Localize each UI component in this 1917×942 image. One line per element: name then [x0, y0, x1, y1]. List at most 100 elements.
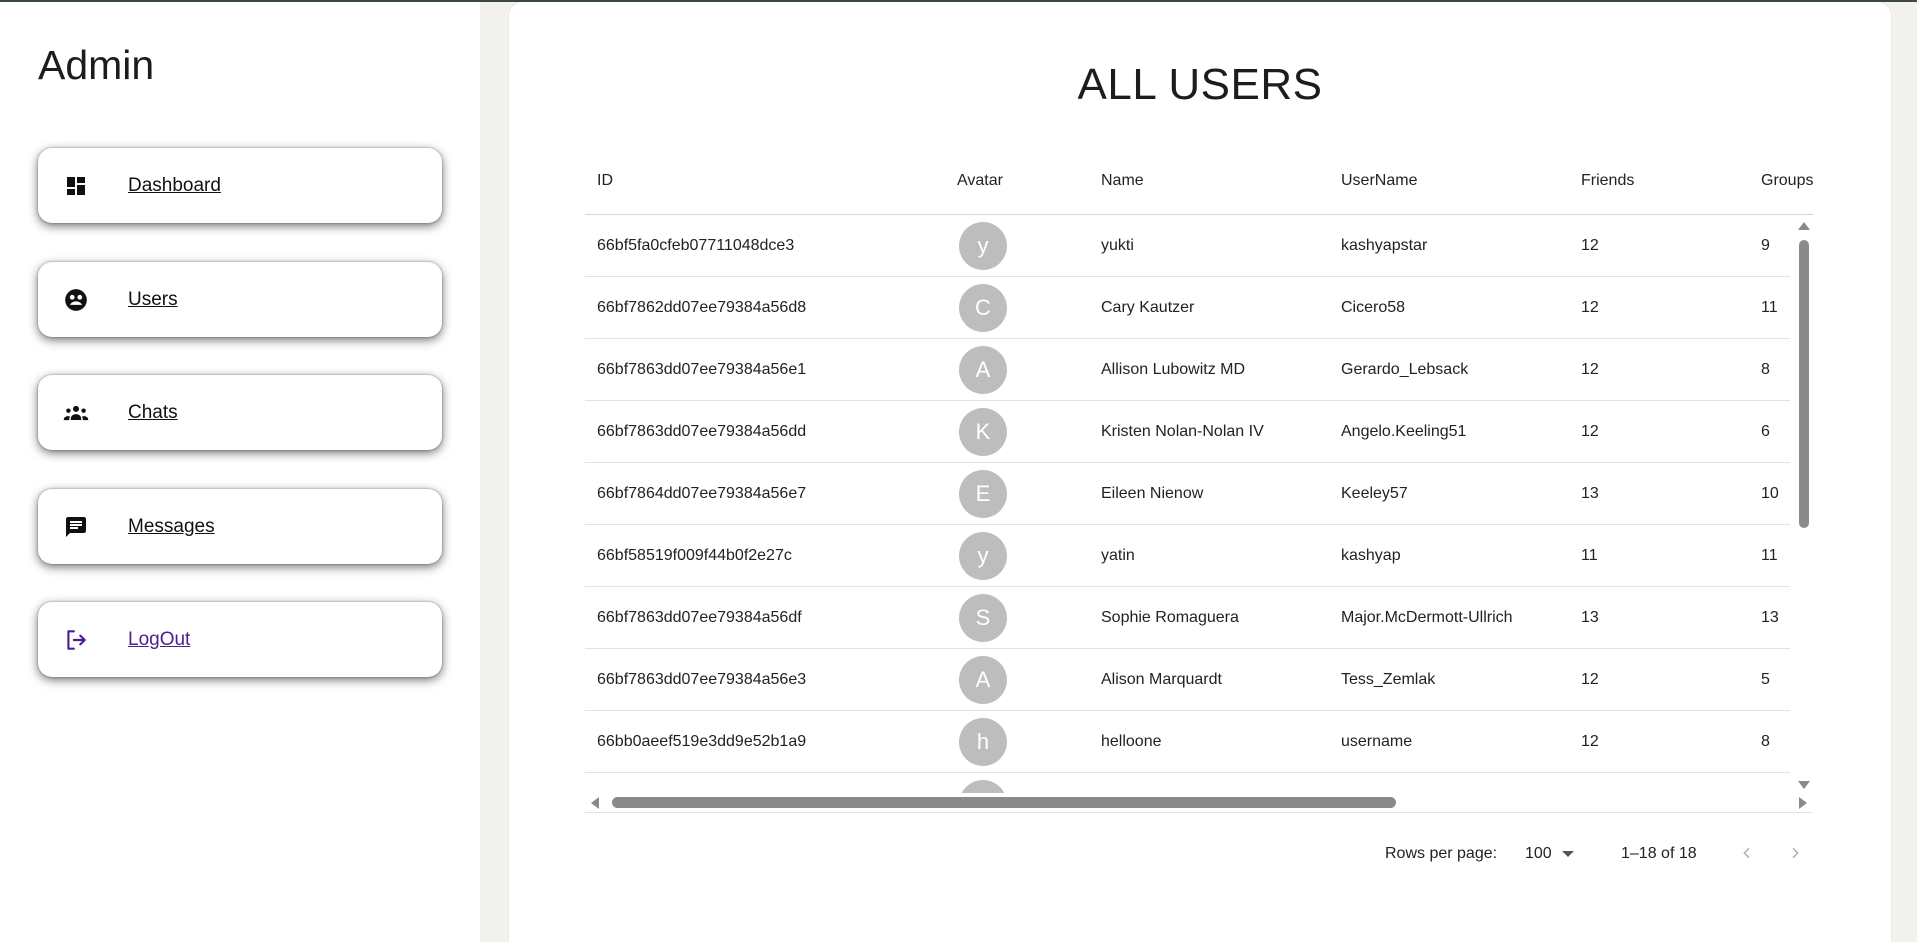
- table-row[interactable]: 66bb0aeef519e3dd9e52b1a9 h helloone usernam…: [585, 711, 1790, 773]
- user-username-cell: username: [1341, 732, 1413, 750]
- avatar: h: [959, 717, 1007, 766]
- table-row[interactable]: 66bf7863dd07ee79384a56df S Sophie Romaguer…: [585, 587, 1790, 649]
- user-name-cell: Alison Marquardt: [1101, 670, 1222, 688]
- vertical-scrollbar-thumb[interactable]: [1799, 240, 1809, 528]
- horizontal-scrollbar-thumb[interactable]: [612, 797, 1396, 808]
- chevron-right-icon: [1792, 847, 1799, 859]
- user-id-cell: 66bf5fa0cfeb07711048dce3: [597, 236, 795, 254]
- user-groups-cell: 10: [1761, 484, 1779, 502]
- user-username-cell: kashyapstar: [1341, 236, 1428, 254]
- table-row[interactable]: 66bf7862dd07ee79384a56d8 C Cary Kautzer Cic…: [585, 277, 1790, 339]
- sidebar-item-messages[interactable]: Messages: [38, 489, 442, 564]
- user-friends-cell: 12: [1581, 732, 1599, 750]
- previous-page-button[interactable]: [1733, 839, 1761, 867]
- table-row[interactable]: 66bf7863dd07ee79384a56e1 A Allison Lubowit…: [585, 339, 1790, 401]
- user-friends-cell: 13: [1581, 608, 1599, 626]
- user-id-cell: 66bf58519f009f44b0f2e27c: [597, 546, 792, 564]
- user-friends-cell: 12: [1581, 298, 1599, 316]
- rows-per-page-select[interactable]: 100: [1525, 845, 1574, 863]
- avatar: K: [959, 407, 1007, 456]
- user-groups-cell: 11: [1761, 298, 1778, 316]
- column-header-id[interactable]: ID: [597, 172, 613, 190]
- sidebar-item-users[interactable]: Users: [38, 262, 442, 337]
- users-table: ID Avatar Name UserName Friends Groups 6…: [585, 152, 1813, 862]
- table-row[interactable]: 66bf5fa0cfeb07711048dce3 y yukti kashyapsta…: [585, 215, 1790, 277]
- user-groups-cell: 5: [1761, 670, 1770, 688]
- column-header-username[interactable]: UserName: [1341, 172, 1417, 190]
- rows-per-page-label: Rows per page:: [1385, 845, 1498, 862]
- table-header: ID Avatar Name UserName Friends Groups: [585, 152, 1813, 215]
- avatar: A: [959, 655, 1007, 704]
- dashboard-icon: [62, 172, 90, 200]
- page-title: ALL USERS: [1077, 60, 1323, 109]
- user-username-cell: Cicero58: [1341, 298, 1406, 316]
- user-username-cell: kashyap: [1341, 546, 1401, 564]
- user-id-cell: 66bf7863dd07ee79384a56dd: [597, 422, 807, 440]
- avatar: S: [959, 593, 1007, 642]
- groups-icon: [62, 399, 90, 427]
- caret-down-icon: [1561, 851, 1574, 857]
- users-face-icon: [62, 286, 90, 314]
- users-panel: ALL USERS ID Avatar Name UserName Friend…: [509, 2, 1891, 942]
- rows-per-page-value: 100: [1525, 845, 1552, 862]
- message-icon: [62, 513, 90, 541]
- table-row[interactable]: 66bf7863dd07ee79384a56dd K Kristen Nolan-N…: [585, 401, 1790, 463]
- avatar: y: [959, 221, 1007, 270]
- user-name-cell: Sophie Romaguera: [1101, 608, 1239, 626]
- pagination-range: 1–18 of 18: [1621, 845, 1697, 862]
- user-name-cell: Eileen Nienow: [1101, 484, 1204, 502]
- sidebar-item-label: Dashboard: [128, 174, 221, 196]
- user-id-cell: 66bf7864dd07ee79384a56e7: [597, 484, 807, 502]
- user-groups-cell: 9: [1761, 236, 1770, 254]
- user-username-cell: Angelo.Keeling51: [1341, 422, 1467, 440]
- scroll-up-arrow-icon[interactable]: [1798, 222, 1810, 230]
- user-groups-cell: 6: [1761, 422, 1770, 440]
- user-groups-cell: 8: [1761, 360, 1770, 378]
- sidebar-item-dashboard[interactable]: Dashboard: [38, 148, 442, 223]
- logout-icon: [62, 626, 90, 654]
- table-row[interactable]: 66bf58519f009f44b0f2e27c y yatin kashyap 11 1…: [585, 525, 1790, 587]
- user-name-cell: Cary Kautzer: [1101, 298, 1195, 316]
- user-id-cell: 66bf7863dd07ee79384a56e1: [597, 360, 807, 378]
- chevron-left-icon: [1743, 847, 1750, 859]
- table-row[interactable]: 66bf7863dd07ee79384a56e3 A Alison Marquard…: [585, 649, 1790, 711]
- table-row[interactable]: 66bf7864dd07ee79384a56e7 E Eileen Nienow Ke…: [585, 463, 1790, 525]
- avatar: A: [959, 345, 1007, 394]
- user-friends-cell: 12: [1581, 360, 1599, 378]
- user-username-cell: Gerardo_Lebsack: [1341, 360, 1469, 378]
- table-row[interactable]: [585, 773, 1790, 793]
- user-id-cell: 66bb0aeef519e3dd9e52b1a9: [597, 732, 807, 750]
- user-friends-cell: 12: [1581, 670, 1599, 688]
- user-friends-cell: 11: [1581, 546, 1598, 564]
- user-name-cell: Allison Lubowitz MD: [1101, 360, 1246, 378]
- user-groups-cell: 13: [1761, 608, 1779, 626]
- scroll-left-arrow-icon[interactable]: [591, 797, 599, 809]
- user-username-cell: Major.McDermott-Ullrich: [1341, 608, 1513, 626]
- user-name-cell: yukti: [1101, 236, 1134, 254]
- scroll-down-arrow-icon[interactable]: [1798, 781, 1810, 789]
- user-friends-cell: 13: [1581, 484, 1599, 502]
- vertical-scrollbar[interactable]: [1795, 222, 1813, 789]
- column-header-groups[interactable]: Groups: [1761, 172, 1813, 190]
- sidebar-item-label: Messages: [128, 515, 215, 537]
- sidebar-item-label: Users: [128, 288, 178, 310]
- column-header-friends[interactable]: Friends: [1581, 172, 1634, 190]
- avatar: [959, 779, 1007, 793]
- horizontal-scrollbar[interactable]: [585, 793, 1813, 813]
- user-name-cell: Kristen Nolan-Nolan IV: [1101, 422, 1264, 440]
- column-header-avatar[interactable]: Avatar: [957, 172, 1003, 190]
- user-name-cell: helloone: [1101, 732, 1162, 750]
- sidebar-item-label: Chats: [128, 401, 178, 423]
- sidebar: Admin Dashboard Users Chats Messages Log…: [0, 2, 480, 942]
- sidebar-title: Admin: [38, 42, 155, 88]
- scroll-right-arrow-icon[interactable]: [1799, 797, 1807, 809]
- column-header-name[interactable]: Name: [1101, 172, 1144, 190]
- logout-button[interactable]: LogOut: [38, 602, 442, 677]
- avatar: E: [959, 469, 1007, 518]
- sidebar-item-chats[interactable]: Chats: [38, 375, 442, 450]
- table-pagination: Rows per page: 100 1–18 of 18: [585, 833, 1813, 873]
- user-friends-cell: 12: [1581, 236, 1599, 254]
- avatar: C: [959, 283, 1007, 332]
- next-page-button[interactable]: [1781, 839, 1809, 867]
- user-username-cell: Keeley57: [1341, 484, 1408, 502]
